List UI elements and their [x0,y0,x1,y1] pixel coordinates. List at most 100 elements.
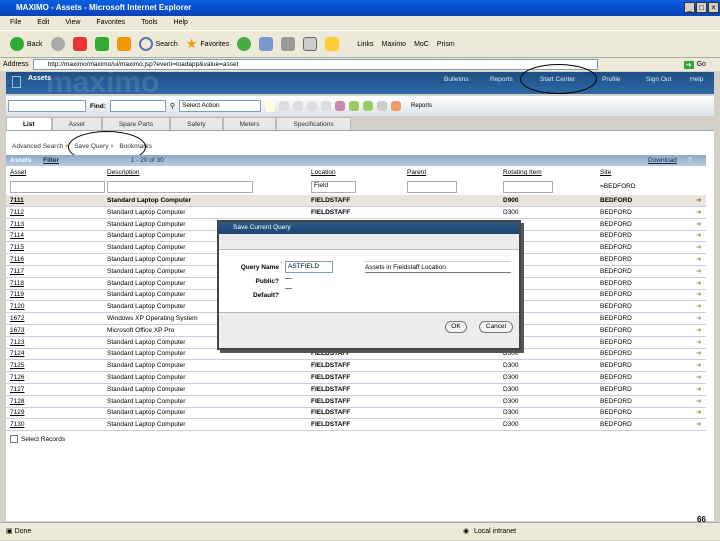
save-icon[interactable] [279,101,290,111]
cell-asset[interactable]: 1672 [10,313,24,324]
table-row[interactable]: 7127 Standard Laptop Computer FIELDSTAFF D3… [6,384,706,396]
go-to-record-icon[interactable]: ➜ [696,301,701,312]
table-row[interactable]: 7125 Standard Laptop Computer FIELDSTAFF D3… [6,360,706,373]
move-icon[interactable] [349,101,360,111]
nav-sign-out[interactable]: Sign Out [646,76,671,83]
binoculars-icon[interactable]: ⚲ [170,102,175,110]
checkbox-icon[interactable] [10,435,18,443]
associate-icon[interactable] [377,101,388,111]
search-button[interactable]: Search [138,37,178,51]
go-to-record-icon[interactable]: ➜ [696,242,701,253]
go-to-record-icon[interactable]: ➜ [696,348,701,359]
edit-icon[interactable] [303,37,318,51]
select-action[interactable]: Select Action [179,100,262,112]
cell-asset[interactable]: 7114 [10,230,24,241]
minimize-button[interactable]: _ [684,2,695,13]
go-to-record-icon[interactable]: ➜ [696,396,701,407]
nav-reports[interactable]: Reports [490,76,513,83]
link-prism[interactable]: Prism [437,41,455,48]
new-record-icon[interactable] [265,100,276,112]
go-button[interactable]: Go [697,61,706,68]
go-to-record-icon[interactable]: ➜ [696,254,701,265]
link-moc[interactable]: MoC [414,41,429,48]
select-records[interactable]: Select Records [10,435,65,443]
table-row[interactable]: 7126 Standard Laptop Computer FIELDSTAFF D3… [6,372,706,384]
filter-rotating-item[interactable] [503,181,553,193]
nav-help[interactable]: Help [690,76,703,83]
go-to-record-icon[interactable]: ➜ [696,419,701,430]
tab-list[interactable]: List [6,117,52,130]
route-icon[interactable] [335,101,346,111]
filter-link[interactable]: Filter [43,157,59,164]
find-input[interactable] [109,100,166,112]
cell-asset[interactable]: 7127 [10,384,24,395]
column-header-rotating-item[interactable]: Rotating Item [503,169,542,176]
cell-asset[interactable]: 1673 [10,325,24,336]
go-to-record-icon[interactable]: ➜ [696,266,701,277]
cell-asset[interactable]: 7112 [10,207,24,218]
home-icon[interactable] [116,37,131,51]
cell-asset[interactable]: 7113 [10,219,24,230]
cell-asset[interactable]: 7128 [10,396,24,407]
favorites-button[interactable]: ★ Favorites [186,36,229,52]
next-icon[interactable] [321,101,332,111]
go-to-record-icon[interactable]: ➜ [696,195,701,206]
history-icon[interactable] [237,37,252,51]
filter-asset[interactable] [10,181,105,193]
menu-favorites[interactable]: Favorites [96,19,125,26]
menu-edit[interactable]: Edit [37,19,49,26]
refresh-icon[interactable] [94,37,109,51]
reports-link[interactable]: Reports [411,103,432,109]
back-button[interactable]: Back [10,37,43,51]
column-header-asset[interactable]: Asset [10,169,26,176]
mail-icon[interactable] [259,37,274,51]
column-header-site[interactable]: Site [600,169,611,176]
cancel-button[interactable]: Cancel [479,321,513,333]
nav-bulletins[interactable]: Bulletins [444,76,469,83]
table-row[interactable]: 7124 Standard Laptop Computer FIELDSTAFF D3… [6,348,706,361]
table-row[interactable]: 7111 Standard Laptop Computer FIELDSTAFF D9… [6,195,706,207]
drilldown-icon[interactable] [391,101,402,111]
go-to-record-icon[interactable]: ➜ [696,230,701,241]
column-header-location[interactable]: Location [311,169,336,176]
filter-parent[interactable] [407,181,457,193]
query-select[interactable] [8,100,86,112]
forward-icon[interactable] [50,37,65,51]
cell-asset[interactable]: 7130 [10,419,24,430]
table-row[interactable]: 7129 Standard Laptop Computer FIELDSTAFF D3… [6,407,706,420]
help-icon[interactable]: ? [688,155,692,166]
cell-asset[interactable]: 7111 [10,195,24,206]
query-name-input[interactable]: ASTFIELD [285,261,333,273]
link-maximo[interactable]: Maximo [382,41,407,48]
go-to-record-icon[interactable]: ➜ [696,219,701,230]
filter-site[interactable]: =BEDFORD [600,181,645,193]
table-row[interactable]: 7130 Standard Laptop Computer FIELDSTAFF D3… [6,419,706,432]
go-to-record-icon[interactable]: ➜ [696,325,701,336]
menu-view[interactable]: View [65,19,80,26]
cell-asset[interactable]: 7119 [10,289,24,300]
go-to-record-icon[interactable]: ➜ [696,207,701,218]
go-to-record-icon[interactable]: ➜ [696,360,701,371]
go-to-record-icon[interactable]: ➜ [696,313,701,324]
cell-asset[interactable]: 7126 [10,372,24,383]
go-to-record-icon[interactable]: ➜ [696,407,701,418]
tab-meters[interactable]: Meters [222,117,277,130]
maximize-button[interactable]: □ [696,2,707,13]
table-row[interactable]: 7112 Standard Laptop Computer FIELDSTAFF D3… [6,207,706,219]
print-icon[interactable] [281,37,296,51]
close-button[interactable]: × [708,2,719,13]
filter-description[interactable] [107,181,253,193]
cell-asset[interactable]: 7129 [10,407,24,418]
go-to-record-icon[interactable]: ➜ [696,289,701,300]
prev-icon[interactable] [307,101,318,111]
download-link[interactable]: Download [648,155,677,166]
go-to-record-icon[interactable]: ➜ [696,278,701,289]
stop-icon[interactable] [72,37,87,51]
default-checkbox[interactable] [285,288,292,289]
go-to-record-icon[interactable]: ➜ [696,372,701,383]
clear-icon[interactable] [293,101,304,111]
public-checkbox[interactable] [285,278,292,279]
tab-asset[interactable]: Asset [51,117,102,130]
tab-specifications[interactable]: Specifications [276,117,351,130]
cell-asset[interactable]: 7118 [10,278,24,289]
